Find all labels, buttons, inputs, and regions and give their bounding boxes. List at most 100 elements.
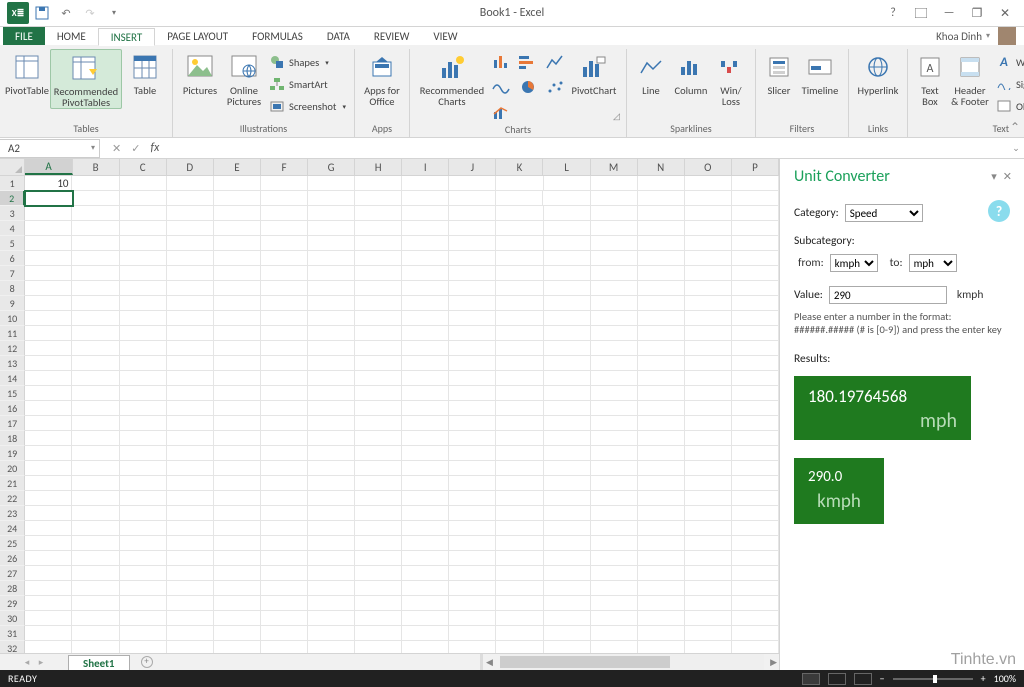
cell[interactable]	[638, 566, 685, 581]
cell[interactable]	[449, 386, 496, 401]
cell[interactable]	[449, 176, 496, 191]
cell[interactable]	[72, 176, 119, 191]
cell[interactable]	[402, 341, 449, 356]
cell[interactable]	[120, 566, 167, 581]
cell[interactable]	[685, 386, 732, 401]
cancel-formula-icon[interactable]: ✕	[112, 142, 121, 155]
cell[interactable]	[402, 506, 449, 521]
cell[interactable]	[25, 491, 72, 506]
cell[interactable]	[685, 401, 732, 416]
sheet-nav-next-icon[interactable]: ▸	[34, 657, 48, 668]
cell[interactable]	[72, 461, 119, 476]
cell[interactable]	[544, 581, 591, 596]
cell[interactable]	[638, 221, 685, 236]
tab-view[interactable]: VIEW	[421, 27, 469, 45]
cell[interactable]	[544, 506, 591, 521]
cell[interactable]	[544, 446, 591, 461]
cell[interactable]	[638, 536, 685, 551]
cell[interactable]	[214, 296, 261, 311]
cell[interactable]	[402, 596, 449, 611]
cell[interactable]	[72, 371, 119, 386]
cell[interactable]	[591, 641, 638, 653]
cell[interactable]	[449, 461, 496, 476]
column-header[interactable]: O	[685, 159, 732, 175]
cell[interactable]	[355, 641, 402, 653]
cell[interactable]	[25, 431, 72, 446]
cell[interactable]	[120, 596, 167, 611]
cell[interactable]	[25, 326, 72, 341]
cell[interactable]	[25, 236, 72, 251]
row-header[interactable]: 24	[0, 521, 25, 536]
cell[interactable]	[73, 191, 120, 206]
cell[interactable]	[214, 341, 261, 356]
cell[interactable]	[449, 491, 496, 506]
tab-review[interactable]: REVIEW	[362, 27, 422, 45]
cell[interactable]	[685, 536, 732, 551]
cell[interactable]	[355, 311, 402, 326]
cell[interactable]	[449, 191, 496, 206]
cell[interactable]	[355, 206, 402, 221]
row-header[interactable]: 5	[0, 236, 25, 251]
cell[interactable]	[25, 611, 72, 626]
cell[interactable]	[638, 491, 685, 506]
cell[interactable]	[120, 176, 167, 191]
cell[interactable]	[685, 191, 732, 206]
cell[interactable]	[261, 206, 308, 221]
cell[interactable]	[732, 236, 779, 251]
cell[interactable]	[402, 446, 449, 461]
cell[interactable]	[308, 341, 355, 356]
cell[interactable]	[72, 581, 119, 596]
cell[interactable]	[402, 416, 449, 431]
cell[interactable]	[449, 476, 496, 491]
cell[interactable]	[120, 506, 167, 521]
row-header[interactable]: 31	[0, 626, 25, 641]
column-header[interactable]: H	[355, 159, 402, 175]
cell[interactable]	[496, 191, 543, 206]
cell[interactable]	[449, 641, 496, 653]
cell[interactable]	[402, 521, 449, 536]
cell[interactable]	[355, 611, 402, 626]
cell[interactable]	[214, 206, 261, 221]
cell[interactable]	[685, 491, 732, 506]
cell[interactable]	[496, 341, 543, 356]
cell[interactable]	[638, 206, 685, 221]
cell[interactable]	[732, 461, 779, 476]
cell[interactable]	[544, 251, 591, 266]
cell[interactable]	[355, 326, 402, 341]
cell[interactable]	[355, 626, 402, 641]
cell[interactable]	[167, 596, 214, 611]
cell[interactable]	[591, 191, 638, 206]
cell[interactable]	[261, 371, 308, 386]
cell[interactable]	[308, 641, 355, 653]
cell[interactable]	[402, 221, 449, 236]
column-header[interactable]: I	[402, 159, 449, 175]
cell[interactable]	[25, 461, 72, 476]
sheet-nav-prev-icon[interactable]: ◂	[20, 657, 34, 668]
cell[interactable]	[25, 206, 72, 221]
cell[interactable]	[25, 416, 72, 431]
cell[interactable]	[449, 356, 496, 371]
cell[interactable]	[591, 401, 638, 416]
scatter-chart-icon[interactable]	[544, 76, 566, 98]
cell[interactable]	[214, 401, 261, 416]
row-header[interactable]: 26	[0, 551, 25, 566]
cell[interactable]	[72, 206, 119, 221]
cell[interactable]	[402, 581, 449, 596]
cell[interactable]	[214, 521, 261, 536]
cell[interactable]	[496, 476, 543, 491]
cell[interactable]	[591, 581, 638, 596]
cell[interactable]	[25, 371, 72, 386]
cell[interactable]	[402, 386, 449, 401]
cell[interactable]	[120, 311, 167, 326]
cell[interactable]	[638, 611, 685, 626]
cell[interactable]	[214, 416, 261, 431]
row-header[interactable]: 32	[0, 641, 25, 653]
row-header[interactable]: 25	[0, 536, 25, 551]
cell[interactable]	[120, 356, 167, 371]
cell[interactable]	[308, 266, 355, 281]
cell[interactable]	[544, 461, 591, 476]
cell[interactable]	[72, 551, 119, 566]
minimize-icon[interactable]: —	[936, 4, 962, 22]
object-button[interactable]: Object	[994, 95, 1024, 117]
cell[interactable]	[25, 581, 72, 596]
